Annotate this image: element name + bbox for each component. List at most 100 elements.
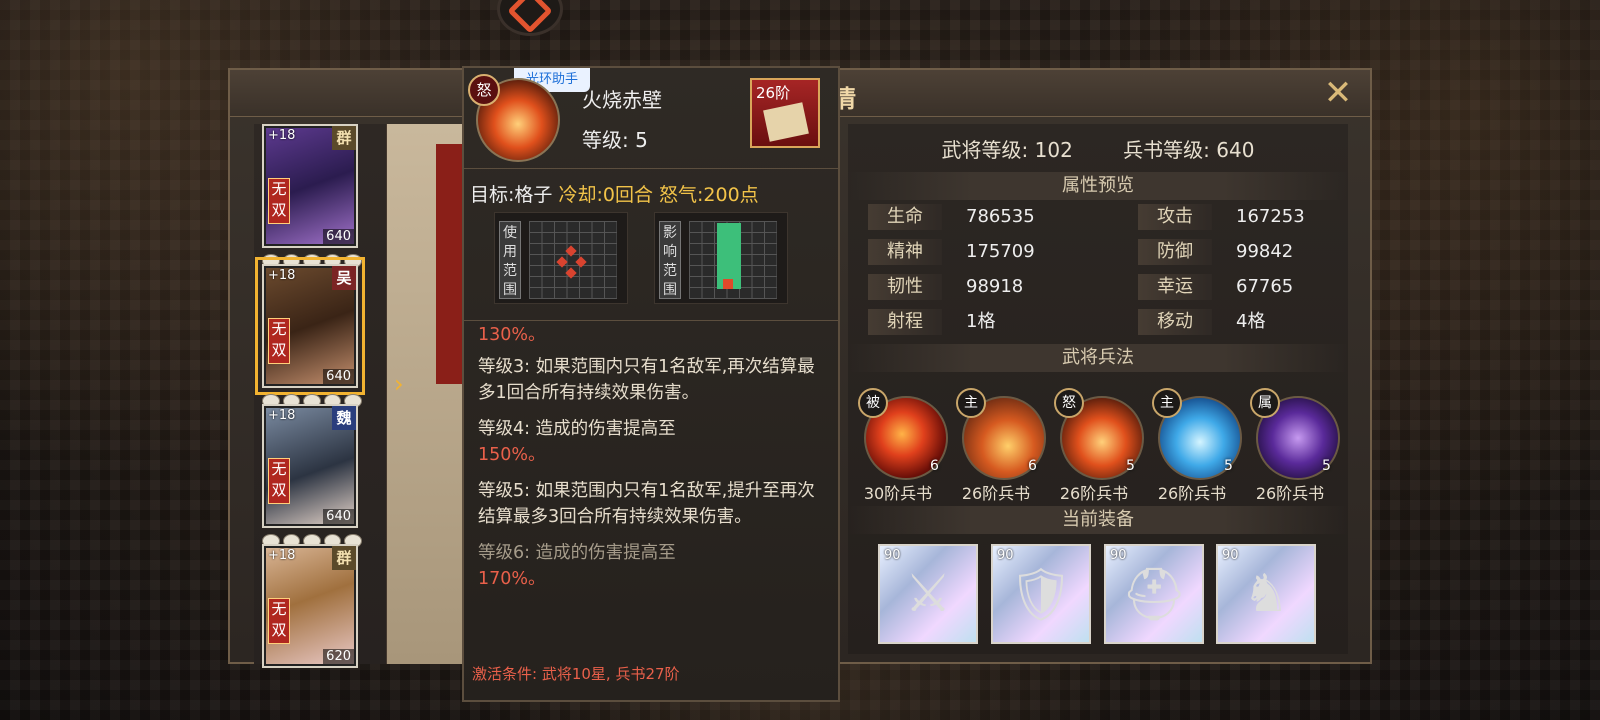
equip-slot-helmet[interactable]: 90 ⛑ xyxy=(1104,544,1204,644)
skill-type-badge: 怒 xyxy=(1054,388,1084,418)
activation-condition: 激活条件: 武将10星, 兵书27阶 xyxy=(472,665,680,683)
book-level-label: 兵书等级: xyxy=(1123,138,1210,162)
book-tier: 26阶 xyxy=(756,84,791,102)
skill-name: 26阶兵书 xyxy=(961,484,1031,503)
equip-slot-horse[interactable]: 90 ♞ xyxy=(1216,544,1316,644)
skill-type-badge: 被 xyxy=(858,388,888,418)
desc-level-6-value: 170%。 xyxy=(478,569,546,589)
desc-level-4-value: 150%。 xyxy=(478,445,546,465)
divider xyxy=(464,320,838,321)
hero-power: 640 xyxy=(323,369,354,384)
book-level: 640 xyxy=(1216,138,1255,162)
stat-value-def: 99842 xyxy=(1236,241,1294,262)
sword-icon: ⚔ xyxy=(904,564,952,624)
faction-badge: 群 xyxy=(332,126,356,150)
stat-label-toughness: 韧性 xyxy=(868,274,942,300)
level-line: 武将等级: 102 兵书等级: 640 xyxy=(848,134,1348,163)
horse-icon: ♞ xyxy=(1242,564,1290,624)
cooldown: 冷却:0回合 xyxy=(558,184,653,206)
skill-type-badge: 主 xyxy=(1152,388,1182,418)
stat-row: 射程 1格 移动 4格 xyxy=(848,309,1348,341)
desc-level-4: 等级4: 造成的伤害提高至 xyxy=(478,419,676,439)
skill-level: 5 xyxy=(1322,458,1331,474)
stat-row: 精神 175709 防御 99842 xyxy=(848,239,1348,271)
skill-name: 26阶兵书 xyxy=(1255,484,1325,503)
hero-list[interactable]: +18 群 无双 640 +18 吴 无双 640 +18 魏 无双 640 +… xyxy=(254,124,404,668)
helmet-icon: ⛑ xyxy=(1120,564,1187,625)
skill-name: 30阶兵书 xyxy=(863,484,933,503)
effect-range-label: 影响范围 xyxy=(659,221,681,299)
armor-icon: 🛡 xyxy=(1007,564,1074,625)
desc-level-6: 等级6: 造成的伤害提高至 xyxy=(478,543,676,563)
stat-label-move: 移动 xyxy=(1138,309,1212,335)
desc-cut-line: 130%。 xyxy=(478,325,546,345)
desc-level-5: 等级5: 如果范围内只有1名敌军,提升至再次结算最多3回合所有持续效果伤害。 xyxy=(478,481,815,527)
equip-slot-armor[interactable]: 90 🛡 xyxy=(991,544,1091,644)
stat-label-hp: 生命 xyxy=(868,204,942,230)
stat-value-atk: 167253 xyxy=(1236,206,1305,227)
stat-value-range: 1格 xyxy=(966,311,996,332)
wushuang-tag: 无双 xyxy=(268,598,290,644)
use-range-grid xyxy=(529,221,617,299)
skill-level: 5 xyxy=(1224,458,1233,474)
wushuang-tag: 无双 xyxy=(268,458,290,504)
skills-section-title: 武将兵法 xyxy=(848,344,1348,372)
skill-type-badge: 怒 xyxy=(468,74,500,106)
faction-badge: 魏 xyxy=(332,406,356,430)
stat-value-spirit: 175709 xyxy=(966,241,1035,262)
general-level-label: 武将等级: xyxy=(941,138,1029,162)
divider xyxy=(464,168,838,169)
hero-enhance: +18 xyxy=(268,128,296,143)
skill-name: 火烧赤壁 xyxy=(582,88,662,112)
wushuang-tag: 无双 xyxy=(268,178,290,224)
hero-enhance: +18 xyxy=(268,268,296,283)
skill-meta: 目标:格子 冷却:0回合 怒气:200点 xyxy=(470,180,759,207)
skill-level: 6 xyxy=(1028,458,1037,474)
skill-description: 130%。 等级3: 如果范围内只有1名敌军,再次结算最多1回合所有持续效果伤害… xyxy=(478,325,828,602)
skill-name: 26阶兵书 xyxy=(1059,484,1129,503)
banner xyxy=(436,144,462,384)
skill-level: 6 xyxy=(930,458,939,474)
chevron-right-icon: › xyxy=(394,370,404,398)
hero-power: 640 xyxy=(323,229,354,244)
stat-value-luck: 67765 xyxy=(1236,276,1294,297)
effect-range-grid xyxy=(689,221,777,299)
stat-row: 韧性 98918 幸运 67765 xyxy=(848,274,1348,306)
skill-level: 5 xyxy=(1126,458,1135,474)
skill-level: 等级: 5 xyxy=(582,128,648,152)
skill-type-badge: 主 xyxy=(956,388,986,418)
skill-name: 26阶兵书 xyxy=(1157,484,1227,503)
hero-card[interactable]: +18 群 无双 620 xyxy=(262,544,358,668)
stat-value-hp: 786535 xyxy=(966,206,1035,227)
book-icon: 26阶 xyxy=(750,78,820,148)
target: 目标:格子 xyxy=(470,184,553,206)
skill-type-badge: 属 xyxy=(1250,388,1280,418)
desc-level-3: 等级3: 如果范围内只有1名敌军,再次结算最多1回合所有持续效果伤害。 xyxy=(478,357,815,403)
hero-card-selected[interactable]: +18 吴 无双 640 xyxy=(255,257,365,395)
equip-slot-weapon[interactable]: 90 ⚔ xyxy=(878,544,978,644)
attr-section-title: 属性预览 xyxy=(848,172,1348,200)
stat-value-move: 4格 xyxy=(1236,311,1266,332)
general-level: 102 xyxy=(1034,138,1073,162)
effect-range-box: 影响范围 xyxy=(654,212,788,304)
stat-label-luck: 幸运 xyxy=(1138,274,1212,300)
use-range-box: 使用范围 xyxy=(494,212,628,304)
equip-section-title: 当前装备 xyxy=(848,506,1348,534)
hero-card[interactable]: +18 魏 无双 640 xyxy=(262,404,358,528)
wushuang-tag: 无双 xyxy=(268,318,290,364)
hero-card[interactable]: +18 群 无双 640 xyxy=(262,124,358,248)
stat-value-toughness: 98918 xyxy=(966,276,1024,297)
close-icon[interactable]: ✕ xyxy=(1318,74,1358,112)
use-range-label: 使用范围 xyxy=(499,221,521,299)
stat-row: 生命 786535 攻击 167253 xyxy=(848,204,1348,236)
hero-enhance: +18 xyxy=(268,548,296,563)
faction-badge: 吴 xyxy=(332,266,356,290)
hero-power: 620 xyxy=(323,649,354,664)
hero-power: 640 xyxy=(323,509,354,524)
hero-enhance: +18 xyxy=(268,408,296,423)
faction-badge: 群 xyxy=(332,546,356,570)
stats-panel: 武将等级: 102 兵书等级: 640 属性预览 生命 786535 攻击 16… xyxy=(848,124,1348,654)
rage: 怒气:200点 xyxy=(659,184,759,206)
stat-label-atk: 攻击 xyxy=(1138,204,1212,230)
skill-tooltip: 光环助手 怒 火烧赤壁 等级: 5 26阶 目标:格子 冷却:0回合 怒气:20… xyxy=(462,66,840,702)
